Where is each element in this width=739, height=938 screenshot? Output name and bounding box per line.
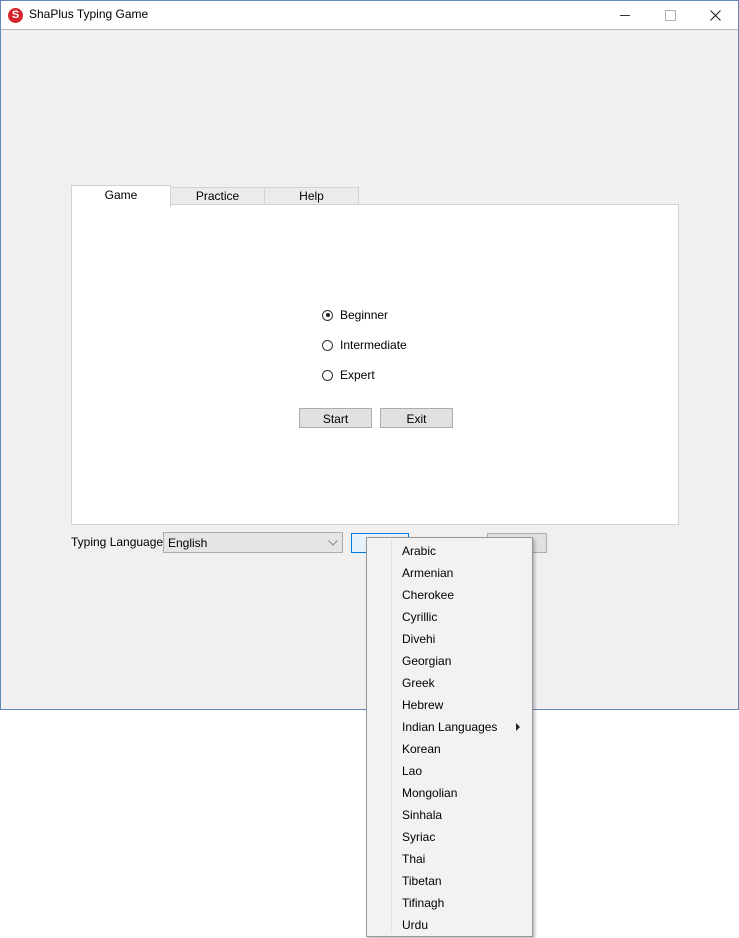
menu-item-cyrillic[interactable]: Cyrillic <box>369 606 530 628</box>
menu-item-armenian[interactable]: Armenian <box>369 562 530 584</box>
menu-item-tibetan[interactable]: Tibetan <box>369 870 530 892</box>
typing-language-select[interactable]: English <box>163 532 343 553</box>
menu-item-cherokee[interactable]: Cherokee <box>369 584 530 606</box>
title-bar[interactable]: S ShaPlus Typing Game <box>1 1 738 30</box>
menu-item-label: Indian Languages <box>402 720 498 734</box>
radio-label: Intermediate <box>340 338 407 352</box>
maximize-icon <box>664 9 676 21</box>
radio-selected-icon[interactable] <box>322 309 333 321</box>
menu-item-georgian[interactable]: Georgian <box>369 650 530 672</box>
submenu-arrow-icon <box>516 723 520 731</box>
menu-item-divehi[interactable]: Divehi <box>369 628 530 650</box>
menu-item-thai[interactable]: Thai <box>369 848 530 870</box>
menu-item-mongolian[interactable]: Mongolian <box>369 782 530 804</box>
menu-item-arabic[interactable]: Arabic <box>369 540 530 562</box>
radio-expert[interactable]: Expert <box>322 367 375 383</box>
radio-beginner[interactable]: Beginner <box>322 307 388 323</box>
menu-item-greek[interactable]: Greek <box>369 672 530 694</box>
app-logo-icon: S <box>8 8 23 23</box>
radio-intermediate[interactable]: Intermediate <box>322 337 407 353</box>
language-dropdown-menu: Arabic Armenian Cherokee Cyrillic Divehi… <box>366 537 533 937</box>
game-tab-panel: Beginner Intermediate Expert Start Exit <box>71 204 679 525</box>
menu-item-sinhala[interactable]: Sinhala <box>369 804 530 826</box>
tab-help[interactable]: Help <box>264 187 359 205</box>
chevron-down-icon[interactable] <box>326 535 340 550</box>
menu-item-korean[interactable]: Korean <box>369 738 530 760</box>
menu-item-indian-languages[interactable]: Indian Languages <box>369 716 530 738</box>
tab-practice[interactable]: Practice <box>170 187 265 205</box>
close-icon <box>709 9 721 21</box>
typing-language-label: Typing Language <box>71 535 164 549</box>
menu-item-syriac[interactable]: Syriac <box>369 826 530 848</box>
tab-game[interactable]: Game <box>71 185 171 207</box>
radio-label: Expert <box>340 368 375 382</box>
radio-label: Beginner <box>340 308 389 322</box>
minimize-icon <box>620 14 630 16</box>
minimize-button[interactable] <box>602 1 648 29</box>
menu-item-tifinagh[interactable]: Tifinagh <box>369 892 530 914</box>
menu-item-hebrew[interactable]: Hebrew <box>369 694 530 716</box>
maximize-button[interactable] <box>647 1 693 29</box>
window-title: ShaPlus Typing Game <box>29 7 149 21</box>
exit-button[interactable]: Exit <box>380 408 453 428</box>
menu-item-urdu[interactable]: Urdu <box>369 914 530 936</box>
close-button[interactable] <box>692 1 738 29</box>
start-button[interactable]: Start <box>299 408 372 428</box>
radio-unselected-icon[interactable] <box>322 369 333 381</box>
selected-language: English <box>168 536 208 550</box>
menu-item-lao[interactable]: Lao <box>369 760 530 782</box>
radio-unselected-icon[interactable] <box>322 339 333 351</box>
